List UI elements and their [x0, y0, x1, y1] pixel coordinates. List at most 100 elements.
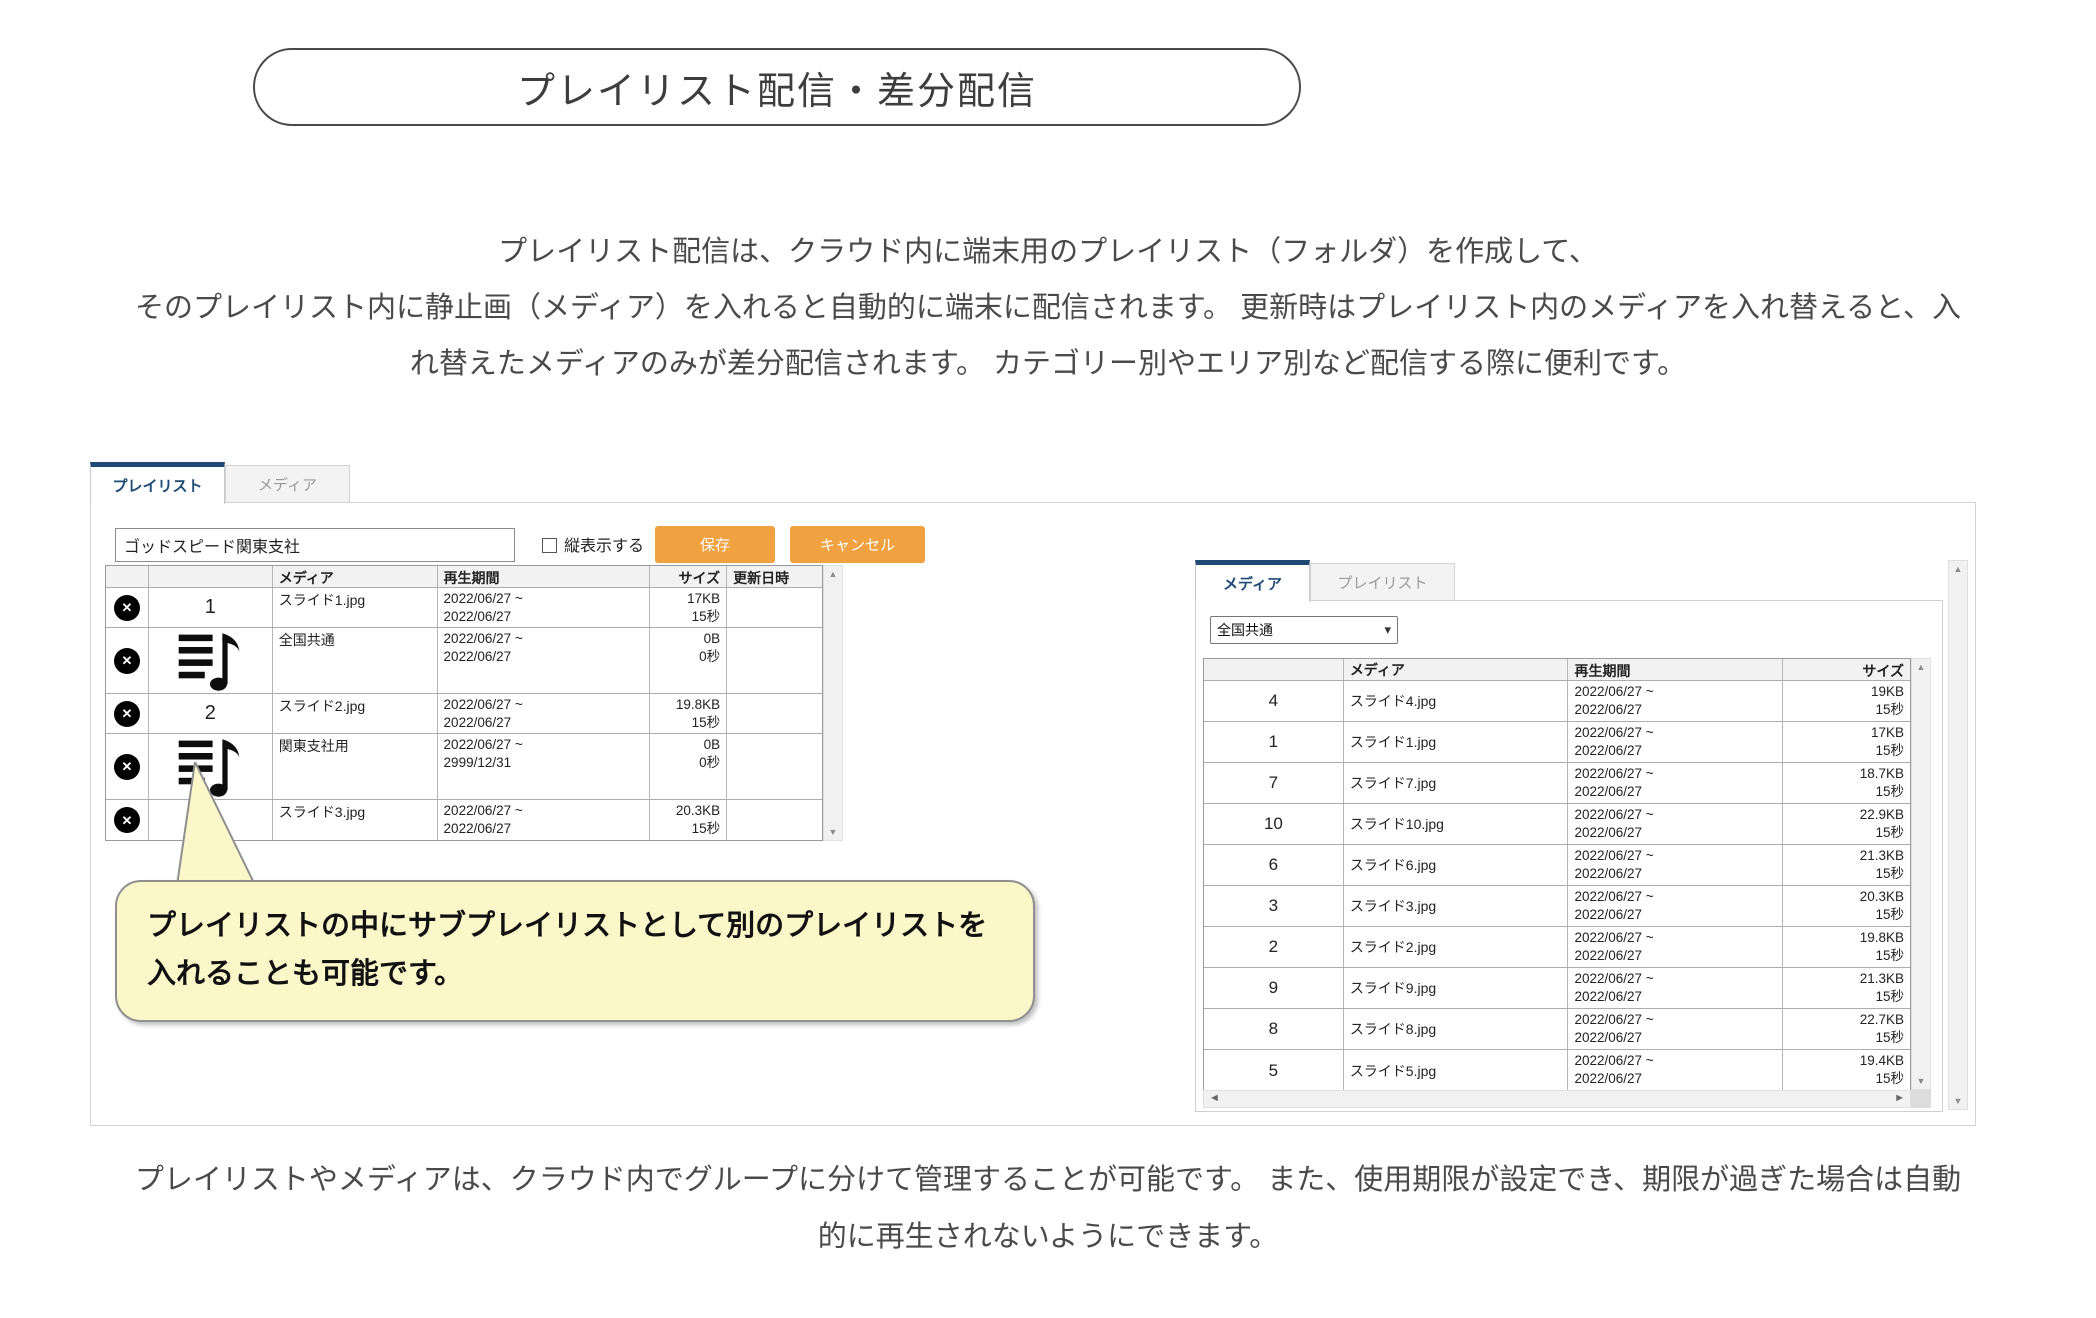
period-to: 2022/06/27 — [1574, 701, 1776, 719]
media-name: スライド6.jpg — [1344, 845, 1569, 885]
media-table-scrollbar[interactable]: ▲ ▼ — [1911, 658, 1931, 1090]
window-scrollbar[interactable]: ▲ ▼ — [1948, 560, 1968, 1110]
media-table-row[interactable]: 3 スライド3.jpg 2022/06/27 ~2022/06/27 20.3K… — [1204, 886, 1910, 927]
period-to: 2022/06/27 — [444, 608, 644, 626]
media-table-row[interactable]: 1 スライド1.jpg 2022/06/27 ~2022/06/27 17KB1… — [1204, 722, 1910, 763]
scroll-right-icon[interactable]: ► — [1894, 1092, 1905, 1104]
media-table-hscrollbar[interactable]: ◄ ► — [1203, 1090, 1911, 1108]
remove-item-icon[interactable]: ✕ — [114, 701, 140, 727]
period-to: 2022/06/27 — [1574, 947, 1776, 965]
header-period: 再生期間 — [1568, 659, 1783, 680]
media-panel: メディア プレイリスト 全国共通 ▾ メディア 再生期間 サイズ 4 スライド4… — [1195, 560, 1943, 1112]
duration-value: 15秒 — [1789, 783, 1904, 801]
size-value: 17KB — [1789, 724, 1904, 742]
media-name: スライド3.jpg — [1344, 886, 1569, 926]
cancel-button[interactable]: キャンセル — [790, 526, 925, 563]
size-value: 20.3KB — [1789, 888, 1904, 906]
vertical-display-label: 縦表示する — [564, 532, 644, 556]
media-name: スライド2.jpg — [1344, 927, 1569, 967]
period-from: 2022/06/27 ~ — [1574, 970, 1776, 988]
media-table-row[interactable]: 10 スライド10.jpg 2022/06/27 ~2022/06/27 22.… — [1204, 804, 1910, 845]
remove-item-icon[interactable]: ✕ — [114, 595, 140, 621]
scroll-down-icon[interactable]: ▼ — [1949, 1096, 1967, 1106]
playlist-table-row[interactable]: ✕ 2 スライド2.jpg 2022/06/27 ~2022/06/27 19.… — [106, 694, 822, 734]
callout-text: プレイリストの中にサブプレイリストとして別のプレイリストを — [147, 902, 1003, 950]
media-table-row[interactable]: 6 スライド6.jpg 2022/06/27 ~2022/06/27 21.3K… — [1204, 845, 1910, 886]
header-order — [149, 566, 273, 587]
scroll-up-icon[interactable]: ▲ — [1949, 564, 1967, 574]
media-name: スライド2.jpg — [273, 694, 438, 733]
duration-value: 15秒 — [1789, 701, 1904, 719]
duration-value: 15秒 — [1789, 906, 1904, 924]
remove-item-icon[interactable]: ✕ — [114, 807, 140, 833]
media-name: スライド5.jpg — [1344, 1050, 1569, 1091]
tab-playlist[interactable]: プレイリスト — [90, 462, 225, 504]
period-from: 2022/06/27 ~ — [1574, 929, 1776, 947]
callout-text: 入れることも可能です。 — [147, 950, 1003, 998]
media-table-row[interactable]: 8 スライド8.jpg 2022/06/27 ~2022/06/27 22.7K… — [1204, 1009, 1910, 1050]
playlist-table-row[interactable]: ✕ 1 スライド1.jpg 2022/06/27 ~2022/06/27 17K… — [106, 588, 822, 628]
period-to: 2022/06/27 — [1574, 742, 1776, 760]
duration-value: 0秒 — [656, 754, 720, 772]
tab-media-right[interactable]: メディア — [1195, 560, 1310, 602]
media-name: スライド1.jpg — [273, 588, 438, 627]
size-value: 0B — [656, 630, 720, 648]
header-order — [1204, 659, 1344, 680]
page-title: プレイリスト配信・差分配信 — [253, 48, 1301, 126]
playlist-table-row[interactable]: ✕ 全国共通 2022/06/27 ~2022/06/27 0B0秒 — [106, 628, 822, 694]
period-from: 2022/06/27 ~ — [1574, 765, 1776, 783]
media-table-body: 4 スライド4.jpg 2022/06/27 ~2022/06/27 19KB1… — [1204, 681, 1910, 1091]
vertical-display-checkbox[interactable] — [542, 538, 557, 553]
group-select[interactable]: 全国共通 ▾ — [1210, 616, 1398, 644]
scroll-up-icon[interactable]: ▲ — [1912, 662, 1930, 672]
media-name: スライド4.jpg — [1344, 681, 1569, 721]
playlist-table-header: メディア 再生期間 サイズ 更新日時 — [106, 566, 822, 588]
media-table-row[interactable]: 2 スライド2.jpg 2022/06/27 ~2022/06/27 19.8K… — [1204, 927, 1910, 968]
media-table-row[interactable]: 4 スライド4.jpg 2022/06/27 ~2022/06/27 19KB1… — [1204, 681, 1910, 722]
scroll-down-icon[interactable]: ▼ — [824, 827, 842, 837]
period-from: 2022/06/27 ~ — [1574, 888, 1776, 906]
duration-value: 15秒 — [656, 714, 720, 732]
tab-playlist-right[interactable]: プレイリスト — [1310, 563, 1455, 600]
header-remove — [106, 566, 149, 587]
duration-value: 15秒 — [1789, 947, 1904, 965]
size-value: 19.8KB — [656, 696, 720, 714]
order-number: 6 — [1204, 845, 1344, 885]
period-from: 2022/06/27 ~ — [444, 802, 644, 820]
header-updated: 更新日時 — [727, 566, 822, 587]
media-table-row[interactable]: 9 スライド9.jpg 2022/06/27 ~2022/06/27 21.3K… — [1204, 968, 1910, 1009]
period-from: 2022/06/27 ~ — [1574, 847, 1776, 865]
scroll-up-icon[interactable]: ▲ — [824, 569, 842, 579]
playlist-name-input[interactable] — [115, 528, 515, 562]
duration-value: 15秒 — [1789, 742, 1904, 760]
playlist-table-scrollbar[interactable]: ▲ ▼ — [823, 565, 843, 841]
size-value: 20.3KB — [656, 802, 720, 820]
media-name: スライド10.jpg — [1344, 804, 1569, 844]
remove-item-icon[interactable]: ✕ — [114, 754, 140, 780]
callout-bubble: プレイリストの中にサブプレイリストとして別のプレイリストを 入れることも可能です… — [115, 880, 1035, 1022]
order-number: 7 — [1204, 763, 1344, 803]
tab-media[interactable]: メディア — [225, 465, 350, 502]
updated-value — [727, 588, 822, 627]
media-table-row[interactable]: 5 スライド5.jpg 2022/06/27 ~2022/06/27 19.4K… — [1204, 1050, 1910, 1091]
media-table-row[interactable]: 7 スライド7.jpg 2022/06/27 ~2022/06/27 18.7K… — [1204, 763, 1910, 804]
order-number: 8 — [1204, 1009, 1344, 1049]
header-size: サイズ — [1783, 659, 1910, 680]
duration-value: 15秒 — [1789, 865, 1904, 883]
intro-paragraph: プレイリスト配信は、クラウド内に端末用のプレイリスト（フォルダ）を作成して、 そ… — [0, 224, 2096, 392]
period-to: 2022/06/27 — [1574, 906, 1776, 924]
size-value: 22.7KB — [1789, 1011, 1904, 1029]
period-to: 2022/06/27 — [1574, 1029, 1776, 1047]
scroll-down-icon[interactable]: ▼ — [1912, 1076, 1930, 1086]
period-from: 2022/06/27 ~ — [1574, 1011, 1776, 1029]
save-button[interactable]: 保存 — [655, 526, 775, 563]
updated-value — [727, 800, 822, 840]
order-number: 2 — [205, 702, 216, 725]
period-to: 2022/06/27 — [1574, 824, 1776, 842]
order-number: 3 — [1204, 886, 1344, 926]
period-from: 2022/06/27 ~ — [1574, 806, 1776, 824]
size-value: 0B — [656, 736, 720, 754]
media-table-header: メディア 再生期間 サイズ — [1204, 659, 1910, 681]
scroll-left-icon[interactable]: ◄ — [1209, 1092, 1220, 1104]
remove-item-icon[interactable]: ✕ — [114, 648, 140, 674]
